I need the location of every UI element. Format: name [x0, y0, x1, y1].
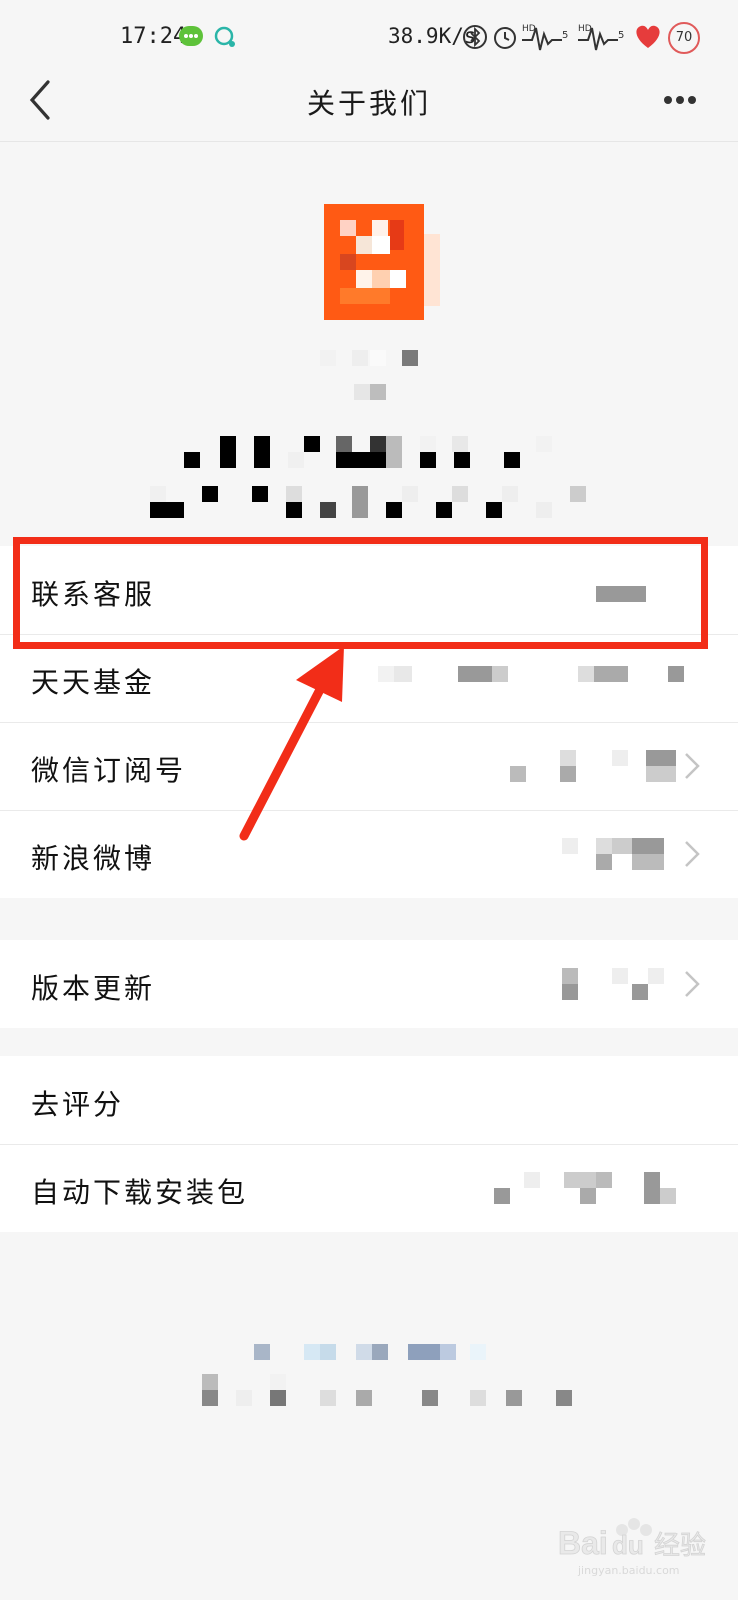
row-label: 自动下载安装包 — [31, 1176, 249, 1209]
svg-text:jingyan.baidu.com: jingyan.baidu.com — [577, 1564, 680, 1577]
row-label: 版本更新 — [31, 972, 156, 1005]
list-item-customer-service[interactable]: 联系客服 — [0, 546, 738, 634]
row-label: 新浪微博 — [31, 842, 156, 875]
watermark-logo: Bai du 经验 jingyan.baidu.com — [558, 1518, 706, 1577]
bluetooth-icon — [462, 24, 488, 50]
svg-text:经验: 经验 — [654, 1531, 706, 1561]
row-label: 微信订阅号 — [31, 754, 187, 787]
list-item-sina-weibo[interactable]: 新浪微博 — [0, 810, 738, 898]
svg-text:Bai: Bai — [558, 1525, 608, 1561]
chevron-right-icon — [685, 971, 700, 997]
list-item-auto-download[interactable]: 自动下载安装包 — [0, 1144, 738, 1232]
heart-app-icon — [632, 22, 666, 52]
baidu-jingyan-watermark: Bai du 经验 jingyan.baidu.com — [558, 1514, 728, 1578]
svg-text:du: du — [612, 1530, 644, 1560]
list-item-version-update[interactable]: 版本更新 — [0, 940, 738, 1028]
list-item-wechat-official[interactable]: 微信订阅号 — [0, 722, 738, 810]
nav-bar: 关于我们 — [0, 64, 738, 142]
list-group-contact: 联系客服 天天基金 微信订阅号 新浪微博 — [0, 546, 738, 898]
list-item-rate-app[interactable]: 去评分 — [0, 1056, 738, 1144]
row-value-blurred — [494, 1172, 676, 1204]
row-value-blurred — [562, 838, 664, 870]
svg-text:5: 5 — [618, 30, 624, 41]
battery-indicator: 70 — [668, 22, 700, 54]
signal-hd-icon: HD 5 — [522, 22, 574, 52]
more-dots-icon — [664, 96, 672, 104]
row-value-blurred — [562, 968, 664, 1000]
list-group-update: 版本更新 — [0, 940, 738, 1028]
row-value-blurred — [510, 750, 676, 782]
list-group-misc: 去评分 自动下载安装包 — [0, 1056, 738, 1232]
message-icon — [178, 24, 204, 50]
chevron-right-icon — [685, 753, 700, 779]
row-label: 去评分 — [31, 1088, 125, 1121]
row-label: 天天基金 — [31, 666, 156, 699]
more-button[interactable] — [664, 86, 712, 114]
chat-bubble-icon — [212, 24, 238, 50]
alarm-icon — [492, 24, 518, 50]
chevron-right-icon — [685, 841, 700, 867]
status-time: 17:24 — [120, 24, 187, 49]
app-logo — [324, 204, 444, 324]
signal-hd-icon: HD 5 — [578, 22, 630, 52]
page-title: 关于我们 — [306, 87, 431, 120]
list-item-tiantian-fund[interactable]: 天天基金 — [0, 634, 738, 722]
svg-text:5: 5 — [562, 30, 568, 41]
row-label: 联系客服 — [31, 578, 156, 611]
row-value-blurred — [378, 666, 684, 682]
row-value-blurred — [596, 586, 646, 602]
